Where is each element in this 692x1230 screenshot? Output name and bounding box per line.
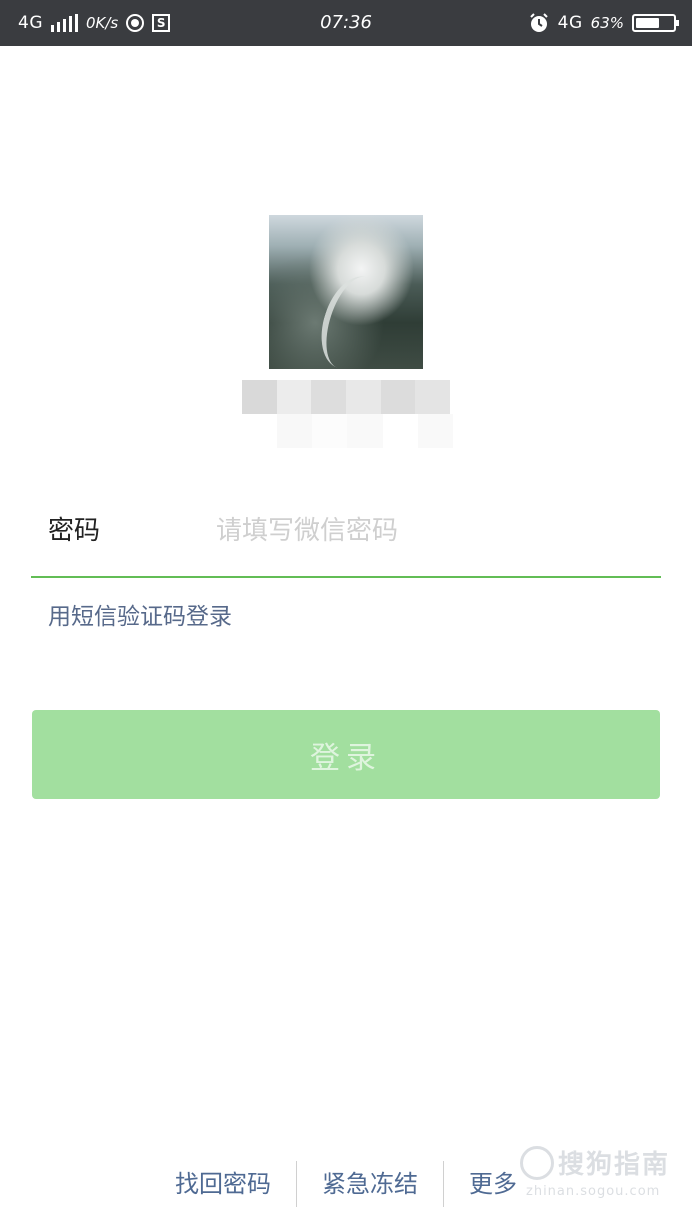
alarm-icon — [529, 13, 548, 32]
password-underline — [31, 576, 661, 578]
watermark-name: 搜狗指南 — [558, 1150, 671, 1180]
login-button[interactable]: 登录 — [32, 710, 660, 799]
emergency-freeze-link[interactable]: 紧急冻结 — [297, 1160, 443, 1208]
watermark-url: zhinan.sogou.com — [526, 1184, 661, 1199]
status-bar: 4G 0K/s S 07:36 4G 63% — [0, 0, 692, 46]
avatar-image-detail — [310, 268, 394, 369]
login-screen: 4G 0K/s S 07:36 4G 63% 密码 用短信验证码登录 登录 找回… — [0, 0, 692, 1230]
battery-percent: 63% — [590, 14, 624, 32]
footer-links: 找回密码 紧急冻结 更多 — [150, 1160, 542, 1208]
password-label: 密码 — [48, 516, 101, 546]
password-input[interactable] — [216, 508, 656, 554]
avatar — [269, 215, 423, 369]
battery-level — [636, 18, 659, 28]
watermark: 搜狗指南 zhinan.sogou.com — [520, 1140, 680, 1210]
battery-icon — [632, 14, 679, 32]
username-blurred-lower — [277, 414, 454, 448]
sms-login-link[interactable]: 用短信验证码登录 — [48, 598, 232, 636]
username-blurred — [242, 380, 451, 414]
status-bar-right: 4G 63% — [528, 0, 679, 46]
watermark-logo-icon — [520, 1146, 554, 1180]
forgot-password-link[interactable]: 找回密码 — [150, 1160, 296, 1208]
network-type-right: 4G — [557, 13, 583, 33]
